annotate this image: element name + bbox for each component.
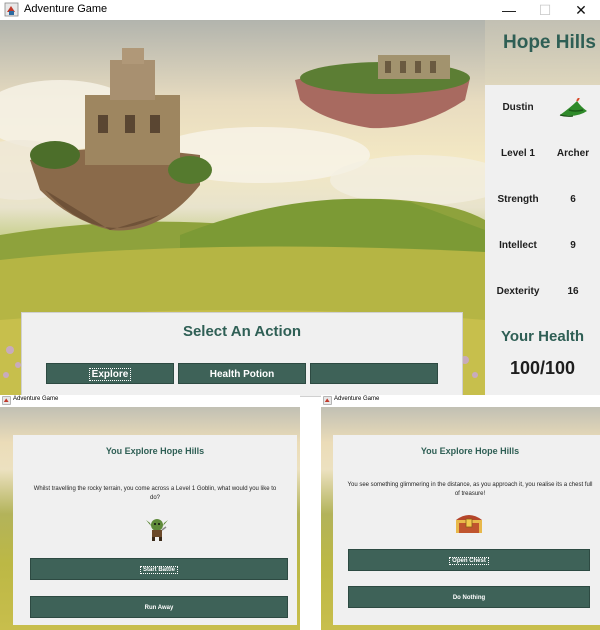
character-class: Archer	[556, 148, 590, 159]
button-label: Health Potion	[209, 369, 275, 380]
action-panel: Select An Action Explore Health Potion	[21, 312, 463, 397]
explore-dialog-window-treasure: Adventure Game You Explore Hope Hills Yo…	[321, 395, 600, 630]
dialog-title: You Explore Hope Hills	[105, 446, 205, 456]
start-battle-button[interactable]: Start Battle	[30, 558, 288, 580]
health-label: Your Health	[500, 328, 585, 345]
dialog-title: You Explore Hope Hills	[420, 446, 520, 456]
stat-row-strength: Strength 6	[485, 190, 600, 210]
event-dialog: You Explore Hope Hills You see something…	[333, 435, 600, 625]
stat-label: Dexterity	[496, 286, 540, 297]
window-title: Adventure Game	[24, 3, 108, 15]
character-name: Dustin	[502, 102, 534, 113]
button-label: Do Nothing	[452, 595, 486, 601]
app-icon	[2, 396, 11, 405]
health-value: 100/100	[509, 358, 576, 378]
character-level: Level 1	[501, 148, 535, 159]
button-label: Explore	[88, 368, 132, 381]
title-bar: Adventure Game	[321, 395, 600, 407]
explore-dialog-window-goblin: Adventure Game You Explore Hope Hills Wh…	[0, 395, 300, 630]
treasure-chest-icon	[456, 515, 482, 533]
stat-row-level: Level 1 Archer	[485, 144, 600, 164]
title-bar: Adventure Game	[0, 395, 300, 407]
location-title: Hope Hills	[503, 32, 596, 53]
archer-hat-icon	[559, 98, 587, 117]
run-away-button[interactable]: Run Away	[30, 596, 288, 618]
health-potion-button[interactable]: Health Potion	[178, 363, 306, 384]
stat-row-intellect: Intellect 9	[485, 236, 600, 256]
app-icon	[4, 2, 19, 17]
goblin-icon	[146, 519, 168, 541]
explore-button[interactable]: Explore	[46, 363, 174, 384]
close-button[interactable]: ✕	[566, 1, 596, 19]
open-chest-button[interactable]: Open Chest	[348, 549, 590, 571]
dialog-message: You see something glimmering in the dist…	[347, 482, 593, 497]
stat-value: 6	[570, 194, 576, 205]
stat-row-dexterity: Dexterity 16	[485, 282, 600, 302]
stat-label: Intellect	[499, 240, 537, 251]
action-panel-title: Select An Action	[182, 323, 302, 340]
app-icon	[323, 396, 332, 405]
stat-row-name: Dustin	[485, 98, 600, 118]
stat-value: 9	[570, 240, 576, 251]
character-stats-panel: Dustin Level 1 Archer Strength 6 Intelle…	[485, 86, 600, 395]
empty-action-button[interactable]	[310, 363, 438, 384]
do-nothing-button[interactable]: Do Nothing	[348, 586, 590, 608]
window-title: Adventure Game	[13, 396, 59, 402]
maximize-button[interactable]: ☐	[530, 1, 560, 19]
event-dialog: You Explore Hope Hills Whilst travelling…	[13, 435, 297, 625]
button-label: Run Away	[144, 605, 174, 611]
button-label: Open Chest	[449, 557, 489, 565]
window-title: Adventure Game	[334, 396, 380, 402]
title-bar: Adventure Game — ☐ ✕	[0, 0, 600, 20]
minimize-button[interactable]: —	[494, 1, 524, 19]
stat-label: Strength	[497, 194, 539, 205]
dialog-message: Whilst travelling the rocky terrain, you…	[33, 486, 277, 501]
stat-value: 16	[567, 286, 579, 297]
main-window: Adventure Game — ☐ ✕ Hope Hills Dustin L…	[0, 0, 600, 397]
button-label: Start Battle	[139, 566, 179, 574]
